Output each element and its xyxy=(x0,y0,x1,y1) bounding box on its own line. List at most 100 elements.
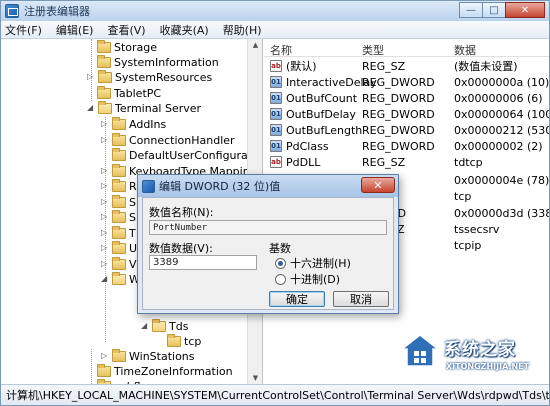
tree-item-tcp-selected[interactable]: tcp xyxy=(167,333,201,349)
values-header: 名称 类型 数据 xyxy=(264,39,549,57)
collapse-arrow-icon[interactable]: ◢ xyxy=(87,104,95,112)
tree-item[interactable]: ▷ T xyxy=(101,225,136,241)
tree-item[interactable]: ▷ WinStations xyxy=(101,348,195,364)
value-row[interactable]: 01 OutBufDelay REG_DWORD 0x00000064 (100) xyxy=(264,106,549,122)
dialog-title: 编辑 DWORD (32 位)值 xyxy=(159,180,281,193)
tree-item[interactable]: ▷ R xyxy=(101,178,137,194)
tree-item[interactable]: ◢ W xyxy=(101,271,140,287)
scroll-down-arrow-icon[interactable]: ▼ xyxy=(250,374,261,382)
tree-item[interactable]: SystemInformation xyxy=(97,54,219,70)
value-row[interactable]: ab PdDLL REG_SZ tdtcp xyxy=(264,154,549,170)
expand-arrow-icon[interactable]: ▷ xyxy=(101,198,109,206)
menu-favorites[interactable]: 收藏夹(A) xyxy=(160,22,209,38)
radio-unchecked-icon xyxy=(275,273,286,285)
folder-icon xyxy=(112,178,126,192)
string-value-icon: ab xyxy=(270,60,282,72)
value-data-label: 数值数据(V): xyxy=(149,242,213,255)
house-logo-icon xyxy=(400,334,440,367)
string-value-icon: ab xyxy=(270,156,282,168)
expand-arrow-icon[interactable]: ▷ xyxy=(101,167,109,175)
hex-radio[interactable]: 十六进制(H) xyxy=(275,255,351,271)
close-button[interactable]: ✕ xyxy=(505,2,545,18)
regedit-app-icon xyxy=(142,179,155,193)
folder-open-icon xyxy=(152,318,166,332)
expand-arrow-icon[interactable]: ▷ xyxy=(101,260,109,268)
menu-edit[interactable]: 编辑(E) xyxy=(56,22,94,38)
expand-arrow-icon[interactable]: ▷ xyxy=(101,136,109,144)
value-row[interactable]: ab (默认) REG_SZ (数值未设置) xyxy=(264,58,549,74)
dword-value-icon: 01 xyxy=(270,108,282,120)
dialog-body: 数值名称(N): PortNumber 数值数据(V): 基数 3389 十六进… xyxy=(142,197,394,310)
tree-item[interactable]: ▷ ConnectionHandler xyxy=(101,132,235,148)
folder-icon xyxy=(112,348,126,362)
base-group-label: 基数 xyxy=(269,242,291,255)
scroll-up-arrow-icon[interactable]: ▲ xyxy=(250,41,261,49)
value-row[interactable]: 01 OutBufLength REG_DWORD 0x00000212 (530) xyxy=(264,122,549,138)
expand-arrow-icon[interactable]: ▷ xyxy=(101,352,109,360)
folder-icon xyxy=(112,256,126,270)
folder-open-icon xyxy=(112,271,126,285)
collapse-arrow-icon[interactable]: ◢ xyxy=(141,322,149,330)
column-header-data[interactable]: 数据 xyxy=(454,42,476,58)
tree-item[interactable]: TimeZoneInformation xyxy=(97,363,233,379)
window-controls: — □ ✕ xyxy=(459,2,545,18)
column-header-type[interactable]: 类型 xyxy=(362,42,384,58)
maximize-button[interactable]: □ xyxy=(482,2,506,18)
tree-item[interactable]: ▷ AddIns xyxy=(101,116,166,132)
tree-item[interactable]: DefaultUserConfiguration xyxy=(112,147,262,163)
expand-arrow-icon[interactable]: ▷ xyxy=(101,244,109,252)
decimal-radio[interactable]: 十进制(D) xyxy=(275,271,340,287)
folder-icon xyxy=(97,39,111,53)
menu-file[interactable]: 文件(F) xyxy=(5,22,42,38)
expand-arrow-icon[interactable]: ▷ xyxy=(101,120,109,128)
folder-icon xyxy=(97,363,111,377)
value-name-field: PortNumber xyxy=(149,220,387,235)
value-row[interactable]: 01 InteractiveDelay REG_DWORD 0x0000000a (1… xyxy=(264,74,549,90)
folder-icon xyxy=(112,116,126,130)
tree-item[interactable]: ▷ S xyxy=(101,194,136,210)
folder-icon xyxy=(112,240,126,254)
tree-item[interactable]: ▷ SystemResources xyxy=(87,69,212,85)
tree-item-terminal-server[interactable]: ◢ Terminal Server xyxy=(87,100,201,116)
value-data-input[interactable]: 3389 xyxy=(149,255,257,270)
menu-bar: 文件(F) 编辑(E) 查看(V) 收藏夹(A) 帮助(H) xyxy=(1,21,549,39)
radio-checked-icon xyxy=(275,257,286,269)
tree-item[interactable]: Storage xyxy=(97,39,157,55)
tree-item[interactable]: ▷ S xyxy=(101,209,136,225)
dword-value-icon: 01 xyxy=(270,76,282,88)
cancel-button[interactable]: 取消 xyxy=(333,291,389,307)
minimize-button[interactable]: — xyxy=(459,2,483,18)
collapse-arrow-icon[interactable]: ◢ xyxy=(101,275,109,283)
watermark-brand: 系统之家 xyxy=(444,340,516,360)
folder-icon xyxy=(112,194,126,208)
column-header-name[interactable]: 名称 xyxy=(270,42,292,58)
menu-help[interactable]: 帮助(H) xyxy=(223,22,262,38)
tree-item[interactable]: ▷ V xyxy=(101,256,137,272)
tree-item-tds[interactable]: ◢ Tds xyxy=(141,318,188,334)
window-title: 注册表编辑器 xyxy=(24,5,90,18)
title-bar: 注册表编辑器 — □ ✕ xyxy=(1,1,549,21)
tree-connector xyxy=(91,349,92,384)
expand-arrow-icon[interactable]: ▷ xyxy=(87,73,95,81)
tree-item[interactable]: TabletPC xyxy=(97,85,161,101)
value-row[interactable]: 01 PdClass REG_DWORD 0x00000002 (2) xyxy=(264,138,549,154)
value-row[interactable]: 01 OutBufCount REG_DWORD 0x00000006 (6) xyxy=(264,90,549,106)
menu-view[interactable]: 查看(V) xyxy=(107,22,145,38)
expand-arrow-icon[interactable]: ▷ xyxy=(101,229,109,237)
folder-icon xyxy=(112,225,126,239)
dword-value-icon: 01 xyxy=(270,124,282,136)
folder-icon xyxy=(167,333,181,347)
folder-icon xyxy=(98,69,112,83)
dialog-close-button[interactable]: ✕ xyxy=(361,177,395,193)
watermark-url: XITONGZHIJIA.NET xyxy=(446,362,530,371)
tree-item[interactable]: ▷ U xyxy=(101,240,137,256)
expand-arrow-icon[interactable]: ▷ xyxy=(101,213,109,221)
folder-icon xyxy=(112,147,126,161)
registry-editor-window: 注册表编辑器 — □ ✕ 文件(F) 编辑(E) 查看(V) 收藏夹(A) 帮助… xyxy=(0,0,550,406)
expand-arrow-icon[interactable]: ▷ xyxy=(101,182,109,190)
dword-value-icon: 01 xyxy=(270,140,282,152)
status-bar-path: 计算机\HKEY_LOCAL_MACHINE\SYSTEM\CurrentCon… xyxy=(1,384,549,405)
folder-icon xyxy=(97,85,111,99)
ok-button[interactable]: 确定 xyxy=(269,291,325,307)
edit-dword-dialog: 编辑 DWORD (32 位)值 ✕ 数值名称(N): PortNumber 数… xyxy=(137,174,399,314)
